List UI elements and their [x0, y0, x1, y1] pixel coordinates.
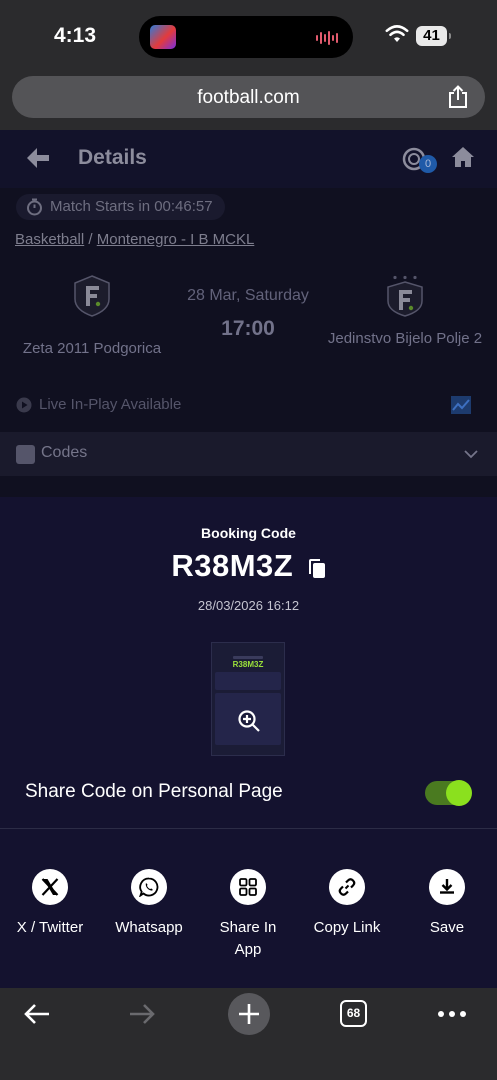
breadcrumb: Basketball / Montenegro - I B MCKL	[15, 231, 254, 248]
share-option-label: Share In App	[219, 919, 277, 958]
page-title: Details	[78, 146, 147, 169]
plus-icon	[239, 1004, 259, 1024]
match-timer-badge: Match Starts in 00:46:57	[16, 194, 225, 220]
share-option-label: Save	[429, 919, 465, 936]
audio-wave-icon	[316, 30, 342, 46]
live-in-play-row: Live In-Play Available	[16, 396, 181, 413]
share-option-label: Whatsapp	[115, 919, 183, 936]
away-team-name: Jedinstvo Bijelo Polje 2	[327, 330, 483, 347]
away-team-logo	[387, 275, 423, 317]
wifi-icon	[385, 25, 409, 42]
toggle-knob	[446, 780, 472, 806]
breadcrumb-league[interactable]: Montenegro - I B MCKL	[97, 231, 255, 248]
match-details-page: Details 0 Match Starts in 00:46:57 Baske…	[0, 130, 497, 498]
preview-code: R38M3Z	[232, 660, 264, 669]
address-bar-area: football.com	[0, 72, 497, 130]
star-icon	[16, 445, 35, 464]
codes-label: Codes	[41, 444, 88, 461]
stats-chart-icon[interactable]	[451, 396, 471, 414]
match-date: 28 Mar, Saturday	[187, 287, 309, 304]
share-icon[interactable]	[447, 85, 469, 109]
more-options-icon[interactable]	[437, 1010, 467, 1018]
chevron-down-icon	[464, 450, 478, 459]
share-whatsapp-button[interactable]: Whatsapp	[94, 869, 204, 939]
battery-indicator: 41	[416, 26, 451, 46]
dynamic-island	[139, 16, 353, 58]
coin-badge: 0	[419, 155, 437, 173]
preview-line	[233, 656, 263, 659]
whatsapp-icon	[131, 869, 167, 905]
share-personal-page-toggle[interactable]	[425, 780, 472, 806]
home-icon[interactable]	[451, 146, 475, 168]
copy-link-button[interactable]: Copy Link	[292, 869, 402, 939]
preview-header	[215, 646, 281, 652]
grid-icon	[230, 869, 266, 905]
booking-code-sheet: Booking Code R38M3Z 28/03/2026 16:12 R38…	[0, 497, 497, 988]
browser-forward-icon[interactable]	[128, 1002, 156, 1026]
breadcrumb-separator: /	[88, 231, 93, 248]
stopwatch-icon	[27, 198, 42, 216]
booking-code-row: R38M3Z	[0, 548, 497, 584]
share-in-app-button[interactable]: Share In App	[193, 869, 303, 961]
status-bar: 4:13 41	[0, 0, 497, 72]
now-playing-thumbnail	[150, 25, 176, 49]
booking-code: R38M3Z	[171, 548, 294, 583]
home-team-logo	[74, 275, 110, 317]
booking-code-label: Booking Code	[201, 525, 296, 541]
page-header: Details 0	[0, 130, 497, 188]
copy-icon[interactable]	[308, 558, 326, 579]
booking-date: 28/03/2026 16:12	[197, 598, 300, 613]
share-toggle-label: Share Code on Personal Page	[25, 781, 283, 802]
divider	[0, 828, 497, 829]
browser-toolbar: 68	[0, 988, 497, 1080]
share-option-label: Copy Link	[313, 919, 381, 936]
download-icon	[429, 869, 465, 905]
status-time: 4:13	[54, 24, 97, 47]
link-icon	[329, 869, 365, 905]
save-button[interactable]: Save	[392, 869, 497, 939]
codes-section-header[interactable]: Codes	[0, 432, 497, 476]
address-bar[interactable]: football.com	[12, 76, 485, 118]
browser-back-icon[interactable]	[23, 1002, 51, 1026]
home-team-name: Zeta 2011 Podgorica	[22, 340, 162, 357]
x-icon	[32, 869, 68, 905]
share-x-twitter-button[interactable]: X / Twitter	[0, 869, 105, 939]
zoom-in-icon[interactable]	[237, 709, 261, 733]
match-timer-text: Match Starts in 00:46:57	[50, 198, 213, 215]
preview-summary-box	[215, 672, 281, 690]
tab-switcher-button[interactable]: 68	[340, 1000, 367, 1027]
share-option-label: X / Twitter	[16, 919, 84, 936]
new-tab-button[interactable]	[228, 993, 270, 1035]
url-text: football.com	[197, 87, 300, 108]
live-in-play-text: Live In-Play Available	[39, 396, 182, 413]
back-arrow-icon[interactable]	[25, 146, 51, 170]
match-time: 17:00	[221, 317, 275, 340]
breadcrumb-sport[interactable]: Basketball	[15, 231, 84, 248]
bet-slip-preview-image[interactable]: R38M3Z	[211, 642, 285, 756]
play-circle-icon	[16, 397, 32, 413]
